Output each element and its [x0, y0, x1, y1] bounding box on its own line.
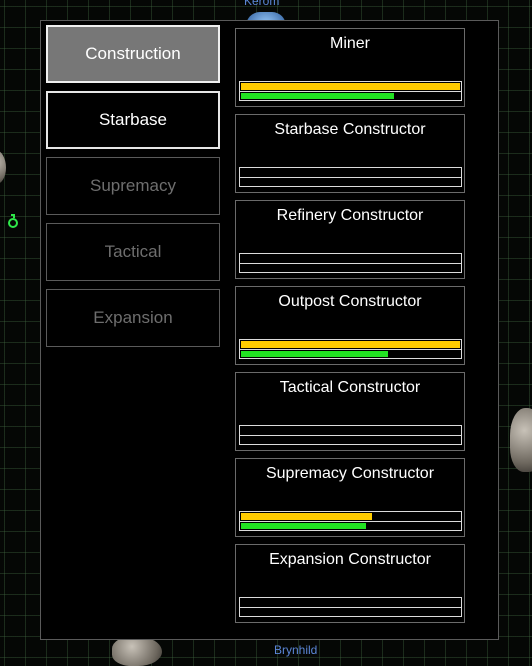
- build-panel: Construction Starbase Supremacy Tactical…: [40, 20, 499, 640]
- category-label: Expansion: [93, 308, 173, 327]
- category-button-supremacy[interactable]: Supremacy: [46, 157, 220, 215]
- item-title: Miner: [329, 35, 370, 52]
- progress-bar: [239, 425, 462, 445]
- asteroid-icon: [112, 636, 162, 666]
- base-label: Brynhild: [274, 643, 318, 657]
- progress-fill-secondary: [241, 93, 394, 99]
- progress-fill-primary: [241, 83, 460, 90]
- progress-bar: [239, 81, 462, 101]
- progress-bar: [239, 597, 462, 617]
- category-label: Construction: [85, 44, 181, 63]
- build-item-tactical-constructor[interactable]: Tactical Constructor: [235, 372, 465, 451]
- item-title: Expansion Constructor: [269, 551, 431, 568]
- build-item-expansion-constructor[interactable]: Expansion Constructor: [235, 544, 465, 623]
- item-title: Refinery Constructor: [276, 207, 424, 224]
- progress-fill-secondary: [241, 351, 388, 357]
- build-item-refinery-constructor[interactable]: Refinery Constructor: [235, 200, 465, 279]
- progress-bar: [239, 167, 462, 187]
- progress-bar: [239, 511, 462, 531]
- asteroid-icon: [510, 408, 532, 472]
- item-title: Supremacy Constructor: [265, 465, 435, 482]
- build-item-starbase-constructor[interactable]: Starbase Constructor: [235, 114, 465, 193]
- item-title: Tactical Constructor: [279, 379, 421, 396]
- category-button-construction[interactable]: Construction: [46, 25, 220, 83]
- item-title: Starbase Constructor: [274, 121, 426, 138]
- category-button-tactical[interactable]: Tactical: [46, 223, 220, 281]
- progress-fill-primary: [241, 513, 372, 520]
- progress-bar: [239, 253, 462, 273]
- build-item-outpost-constructor[interactable]: Outpost Constructor: [235, 286, 465, 365]
- progress-fill-secondary: [241, 523, 366, 529]
- category-label: Tactical: [104, 242, 162, 261]
- ship-marker-icon[interactable]: [8, 214, 18, 228]
- progress-fill-primary: [241, 341, 460, 348]
- category-label: Starbase: [98, 110, 168, 129]
- category-button-starbase[interactable]: Starbase: [46, 91, 220, 149]
- build-item-supremacy-constructor[interactable]: Supremacy Constructor: [235, 458, 465, 537]
- planet-label: Kerom: [244, 0, 280, 8]
- category-label: Supremacy: [90, 176, 176, 195]
- item-title: Outpost Constructor: [278, 293, 422, 310]
- category-button-expansion[interactable]: Expansion: [46, 289, 220, 347]
- build-item-miner[interactable]: Miner: [235, 28, 465, 107]
- progress-bar: [239, 339, 462, 359]
- asteroid-icon: [0, 150, 6, 184]
